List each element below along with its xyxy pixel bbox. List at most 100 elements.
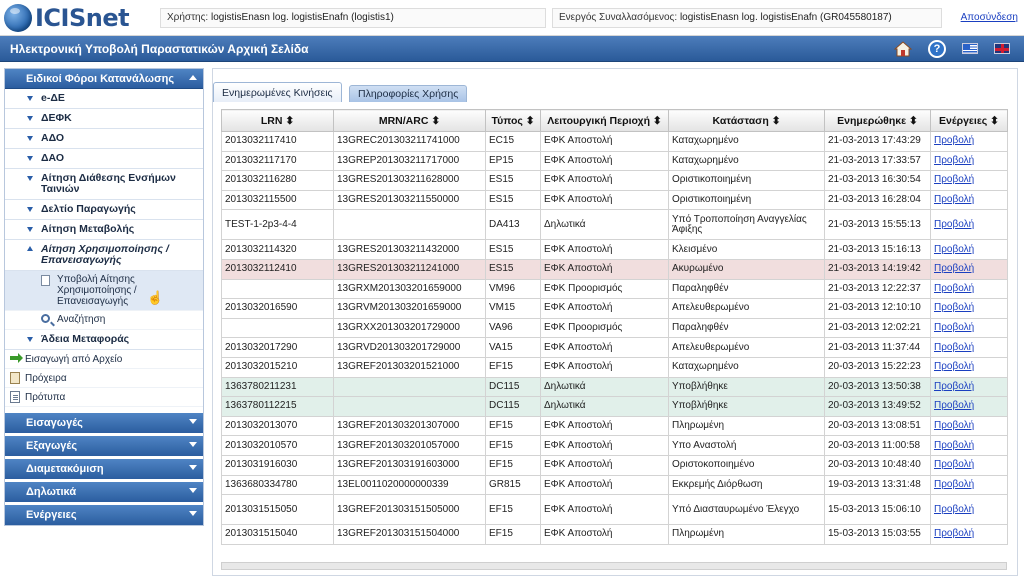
- cell-lrn: 2013032016590: [221, 298, 334, 319]
- table-row[interactable]: TEST-1-2p3-4-4 DA413 Δηλωτικά Υπό Τροποποίη…: [221, 209, 1008, 241]
- template-icon: [10, 391, 20, 403]
- view-link[interactable]: Προβολή: [930, 278, 1008, 300]
- view-link[interactable]: Προβολή: [930, 376, 1008, 398]
- column-header-mrn[interactable]: MRN/ARC ⬍: [333, 109, 486, 132]
- sidebar-item-stamp-request[interactable]: Αίτηση Διάθεσης Ενσήμων Ταινιών: [5, 169, 203, 200]
- sidebar-section-imports[interactable]: Εισαγωγές: [5, 413, 203, 433]
- triangle-down-icon: [27, 176, 33, 181]
- cell-mrn: 13GREF201303201307000: [333, 415, 486, 437]
- sidebar-item-change-request[interactable]: Αίτηση Μεταβολής: [5, 220, 203, 240]
- import-arrow-icon: [10, 353, 23, 363]
- sidebar-subitem-search[interactable]: Αναζήτηση: [5, 311, 203, 330]
- cell-type: EF15: [485, 415, 541, 437]
- column-header-status[interactable]: Κατάσταση ⬍: [668, 109, 825, 132]
- view-link[interactable]: Προβολή: [930, 524, 1008, 545]
- table-row[interactable]: 13GRXX201303201729000 VA96 ΕΦΚ Προορισμός Π…: [221, 317, 1008, 339]
- cell-mrn: [333, 396, 486, 417]
- table-row[interactable]: 13GRXM201303201659000 VM96 ΕΦΚ Προορισμός Π…: [221, 278, 1008, 300]
- cell-lrn: 1363780112215: [221, 396, 334, 417]
- sidebar-item-transport-permit[interactable]: Άδεια Μεταφοράς: [5, 330, 203, 350]
- sidebar-tool-import-file[interactable]: Εισαγωγή από Αρχείο: [5, 350, 203, 369]
- top-user-bar: ICISnet Χρήστης: logistisEnasn log. logi…: [0, 0, 1024, 36]
- column-header-actions[interactable]: Ενέργειες ⬍: [930, 109, 1008, 132]
- table-row[interactable]: 2013032115500 13GRES201303211550000 ES15 ΕΦ…: [221, 189, 1008, 211]
- table-row[interactable]: 1363680334780 13EL0011020000000339 GR815 ΕΦ…: [221, 474, 1008, 496]
- cell-updated: 21-03-2013 15:16:13: [824, 239, 931, 260]
- view-link[interactable]: Προβολή: [930, 337, 1008, 358]
- table-row[interactable]: 2013032015210 13GREF201303201521000 EF15 ΕΦ…: [221, 356, 1008, 378]
- view-link[interactable]: Προβολή: [930, 454, 1008, 476]
- tab-usage-info[interactable]: Πληροφορίες Χρήσης: [349, 85, 468, 102]
- table-row[interactable]: 2013032013070 13GREF201303201307000 EF15 ΕΦ…: [221, 415, 1008, 437]
- table-row[interactable]: 2013031515050 13GREF201303151505000 EF15 ΕΦ…: [221, 494, 1008, 526]
- table-row[interactable]: 2013032117410 13GREC201303211741000 EC15 ΕΦ…: [221, 131, 1008, 152]
- home-icon[interactable]: [894, 40, 912, 58]
- view-link[interactable]: Προβολή: [930, 150, 1008, 172]
- view-link[interactable]: Προβολή: [930, 396, 1008, 417]
- table-row[interactable]: 2013032116280 13GRES201303211628000 ES15 ΕΦ…: [221, 170, 1008, 191]
- column-header-area[interactable]: Λειτουργική Περιοχή ⬍: [540, 109, 669, 132]
- column-header-lrn[interactable]: LRN ⬍: [221, 109, 334, 132]
- table-row[interactable]: 2013032112410 13GRES201303211241000 ES15 ΕΦ…: [221, 258, 1008, 280]
- table-row[interactable]: 1363780112215 DC115 Δηλωτικά Υποβλήθηκε 20-0…: [221, 396, 1008, 417]
- view-link[interactable]: Προβολή: [930, 356, 1008, 378]
- column-header-type[interactable]: Τύπος ⬍: [485, 109, 541, 132]
- sidebar-item-defk[interactable]: ΔΕΦΚ: [5, 109, 203, 129]
- view-link[interactable]: Προβολή: [930, 258, 1008, 280]
- cell-status: Παραληφθέν: [668, 278, 825, 300]
- table-row[interactable]: 2013032016590 13GRVM201303201659000 VM15 ΕΦ…: [221, 298, 1008, 319]
- sidebar-section-transit[interactable]: Διαμετακόμιση: [5, 459, 203, 479]
- sidebar-item-e-de[interactable]: e-ΔΕ: [5, 89, 203, 109]
- logout-link[interactable]: Αποσύνδεση: [961, 12, 1018, 23]
- greek-flag-icon[interactable]: [962, 43, 978, 54]
- sidebar-subitem-submit-request[interactable]: Υποβολή Αίτησης Χρησιμοποίησης / Επανεισ…: [5, 271, 203, 311]
- table-row[interactable]: 2013032010570 13GREF201303201057000 EF15 ΕΦ…: [221, 435, 1008, 456]
- cell-area: ΕΦΚ Αποστολή: [540, 494, 669, 526]
- table-row[interactable]: 1363780211231 DC115 Δηλωτικά Υποβλήθηκε 20-0…: [221, 376, 1008, 398]
- sidebar-section-excise[interactable]: Ειδικοί Φόροι Κατανάλωσης: [5, 69, 203, 89]
- view-link[interactable]: Προβολή: [930, 170, 1008, 191]
- tab-updated-movements[interactable]: Ενημερωμένες Κινήσεις: [213, 82, 342, 102]
- view-link[interactable]: Προβολή: [930, 209, 1008, 241]
- table-row[interactable]: 2013032017290 13GRVD201303201729000 VA15 ΕΦ…: [221, 337, 1008, 358]
- view-link[interactable]: Προβολή: [930, 494, 1008, 526]
- view-link[interactable]: Προβολή: [930, 131, 1008, 152]
- sidebar-item-label: Αίτηση Χρησιμοποίησης / Επανεισαγωγής: [41, 243, 169, 266]
- view-link[interactable]: Προβολή: [930, 298, 1008, 319]
- view-link[interactable]: Προβολή: [930, 435, 1008, 456]
- sidebar-item-use-reimport[interactable]: Αίτηση Χρησιμοποίησης / Επανεισαγωγής: [5, 240, 203, 271]
- view-link[interactable]: Προβολή: [930, 189, 1008, 211]
- cell-status: Πληρωμένη: [668, 415, 825, 437]
- sidebar-item-dao[interactable]: ΔΑΟ: [5, 149, 203, 169]
- cell-lrn: 2013032114320: [221, 239, 334, 260]
- cell-lrn: 2013032015210: [221, 356, 334, 378]
- view-link[interactable]: Προβολή: [930, 415, 1008, 437]
- table-row[interactable]: 2013031916030 13GREF201303191603000 EF15 ΕΦ…: [221, 454, 1008, 476]
- sidebar-section-label: Διαμετακόμιση: [26, 463, 104, 475]
- horizontal-scrollbar[interactable]: [221, 562, 1007, 570]
- view-link[interactable]: Προβολή: [930, 239, 1008, 260]
- triangle-up-icon: [27, 246, 33, 251]
- table-row[interactable]: 2013031515040 13GREF201303151504000 EF15 ΕΦ…: [221, 524, 1008, 545]
- uk-flag-icon[interactable]: [994, 43, 1010, 54]
- sidebar-section-exports[interactable]: Εξαγωγές: [5, 436, 203, 456]
- table-row[interactable]: 2013032117170 13GREP201303211717000 EP15 ΕΦ…: [221, 150, 1008, 172]
- sidebar-item-production-note[interactable]: Δελτίο Παραγωγής: [5, 200, 203, 220]
- sidebar-tool-templates[interactable]: Πρότυπα: [5, 388, 203, 407]
- cell-updated: 21-03-2013 17:43:29: [824, 131, 931, 152]
- table-row[interactable]: 2013032114320 13GRES201303211432000 ES15 ΕΦ…: [221, 239, 1008, 260]
- cell-status: Απελευθερωμένο: [668, 298, 825, 319]
- icisnet-logo[interactable]: ICISnet: [4, 3, 130, 33]
- sidebar-tool-drafts[interactable]: Πρόχειρα: [5, 369, 203, 388]
- sidebar-section-actions[interactable]: Ενέργειες: [5, 505, 203, 525]
- help-icon[interactable]: ?: [928, 40, 946, 58]
- view-link[interactable]: Προβολή: [930, 474, 1008, 496]
- sidebar-item-ado[interactable]: ΑΔΟ: [5, 129, 203, 149]
- sidebar-tool-label: Πρότυπα: [25, 392, 66, 403]
- cell-area: ΕΦΚ Αποστολή: [540, 258, 669, 280]
- column-header-updated[interactable]: Ενημερώθηκε ⬍: [824, 109, 931, 132]
- cell-area: ΕΦΚ Αποστολή: [540, 474, 669, 496]
- cell-mrn: 13GRVD201303201729000: [333, 337, 486, 358]
- view-link[interactable]: Προβολή: [930, 317, 1008, 339]
- sidebar-section-manifests[interactable]: Δηλωτικά: [5, 482, 203, 502]
